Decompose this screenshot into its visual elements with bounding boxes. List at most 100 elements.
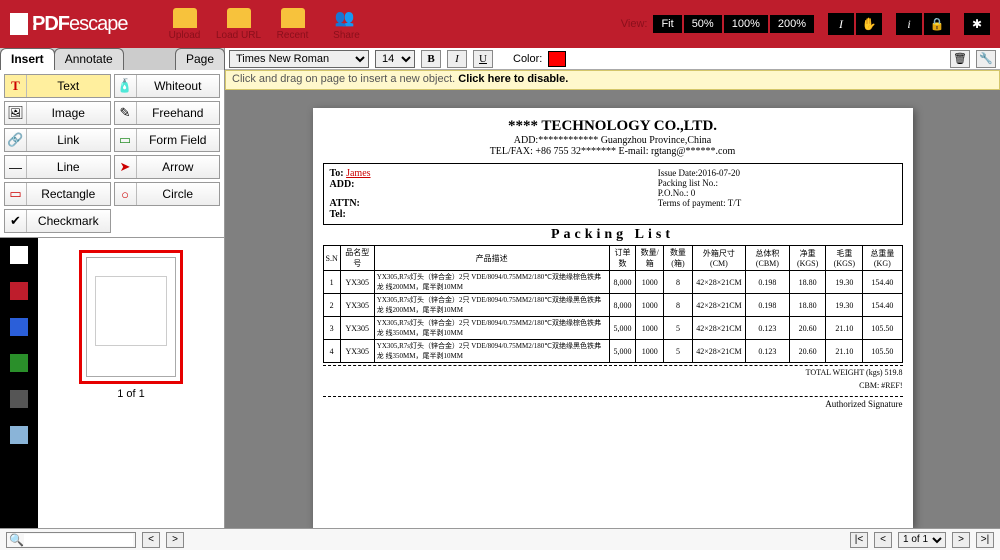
add-label: ADD: — [330, 179, 355, 190]
search-prev-button[interactable]: < — [142, 532, 160, 548]
page-prev-button[interactable]: < — [874, 532, 892, 548]
tab-annotate[interactable]: Annotate — [54, 48, 124, 70]
tools-button[interactable]: 🔧 — [976, 50, 996, 68]
hint-disable-link[interactable]: Click here to disable. — [458, 73, 568, 85]
info-icon[interactable]: i — [896, 13, 922, 35]
link-icon: 🔗 — [5, 129, 27, 151]
zoom-fit-button[interactable]: Fit — [653, 15, 681, 33]
table-cell: 42×28×21CM — [692, 271, 745, 294]
tool-circle[interactable]: ○Circle — [114, 182, 221, 206]
table-cell: 19.30 — [826, 294, 863, 317]
tool-whiteout[interactable]: 🧴Whiteout — [114, 74, 221, 98]
fontsize-select[interactable]: 14 — [375, 50, 415, 68]
tool-arrow[interactable]: ➤Arrow — [114, 155, 221, 179]
load-url-button[interactable]: Load URL — [212, 8, 266, 41]
upload-button[interactable]: Upload — [158, 8, 212, 41]
hand-icon[interactable]: ✋ — [856, 13, 882, 35]
table-cell: 0.123 — [746, 340, 790, 363]
table-cell: YX305 — [340, 271, 374, 294]
font-select[interactable]: Times New Roman — [229, 50, 369, 68]
hint-bar[interactable]: Click and drag on page to insert a new o… — [225, 70, 1000, 90]
logo-text-pdf: PDF — [32, 13, 69, 36]
pages-icon[interactable] — [10, 246, 28, 264]
blank-icon[interactable] — [10, 426, 28, 444]
table-cell: YX305,R7s灯头（锌合金）2只 VDE/8094/0.75MM2/180℃… — [374, 271, 609, 294]
recent-label: Recent — [277, 30, 309, 41]
data-table: S.N品名型号产品描述订单数数量/箱数量(箱)外箱尺寸(CM)总体积(CBM)净… — [323, 245, 903, 363]
tool-checkmark-label: Checkmark — [27, 214, 110, 228]
page-thumbnail[interactable] — [79, 250, 183, 384]
table-cell: 1000 — [636, 317, 664, 340]
doc-address: ADD:************ Guangzhou Province,Chin… — [323, 135, 903, 146]
tool-freehand-label: Freehand — [137, 106, 220, 120]
search-next-button[interactable]: > — [166, 532, 184, 548]
tool-link[interactable]: 🔗Link — [4, 128, 111, 152]
table-cell: 154.40 — [863, 271, 902, 294]
hint-text: Click and drag on page to insert a new o… — [232, 73, 458, 85]
color-label: Color: — [513, 53, 542, 65]
table-cell: 5 — [664, 317, 693, 340]
circle-icon: ○ — [115, 183, 137, 205]
tool-formfield[interactable]: ▭Form Field — [114, 128, 221, 152]
tool-rectangle-label: Rectangle — [27, 187, 110, 201]
search-input[interactable]: 🔍 — [6, 532, 136, 548]
table-header: 总重量(KG) — [863, 246, 902, 271]
settings-icon[interactable]: ✱ — [964, 13, 990, 35]
lock-icon[interactable]: 🔒 — [924, 13, 950, 35]
tool-rectangle[interactable]: ▭Rectangle — [4, 182, 111, 206]
page-next-button[interactable]: > — [952, 532, 970, 548]
po-number: P.O.No.: 0 — [658, 188, 896, 198]
logo-text-escape: escape — [69, 13, 128, 36]
document-page[interactable]: **** TECHNOLOGY CO.,LTD. ADD:***********… — [313, 108, 913, 528]
share-icon: 👥 — [335, 8, 359, 28]
tool-image-label: Image — [27, 106, 110, 120]
save-icon[interactable] — [10, 318, 28, 336]
table-cell: 5 — [664, 340, 693, 363]
table-row: 1YX305YX305,R7s灯头（锌合金）2只 VDE/8094/0.75MM… — [323, 271, 902, 294]
zoom-50-button[interactable]: 50% — [684, 15, 722, 33]
color-swatch[interactable] — [548, 51, 566, 67]
packing-list-no: Packing list No.: — [658, 178, 896, 188]
tool-text[interactable]: TText — [4, 74, 111, 98]
tool-freehand[interactable]: ✎Freehand — [114, 101, 221, 125]
download-icon[interactable] — [10, 354, 28, 372]
table-header: 外箱尺寸(CM) — [692, 246, 745, 271]
underline-button[interactable]: U — [473, 50, 493, 68]
table-cell: 105.50 — [863, 317, 902, 340]
checkmark-icon: ✔ — [5, 210, 27, 232]
table-cell: 154.40 — [863, 294, 902, 317]
table-cell: 0.198 — [746, 271, 790, 294]
table-cell: 8,000 — [609, 271, 636, 294]
pages-alt-icon[interactable] — [10, 282, 28, 300]
table-cell: 42×28×21CM — [692, 317, 745, 340]
tab-insert[interactable]: Insert — [0, 48, 55, 70]
delete-button[interactable]: 🗑 — [950, 50, 970, 68]
zoom-200-button[interactable]: 200% — [770, 15, 814, 33]
tool-line[interactable]: ―Line — [4, 155, 111, 179]
tab-page[interactable]: Page — [175, 48, 225, 70]
thumbnail-caption: 1 of 1 — [117, 388, 145, 400]
text-cursor-icon[interactable]: I — [828, 13, 854, 35]
page-last-button[interactable]: >| — [976, 532, 994, 548]
load-url-label: Load URL — [216, 30, 261, 41]
bold-button[interactable]: B — [421, 50, 441, 68]
to-label: To: — [330, 168, 344, 179]
print-icon[interactable] — [10, 390, 28, 408]
rectangle-icon: ▭ — [5, 183, 27, 205]
table-cell: 20.60 — [789, 317, 826, 340]
page-first-button[interactable]: |< — [850, 532, 868, 548]
tool-arrow-label: Arrow — [137, 160, 220, 174]
tool-checkmark[interactable]: ✔Checkmark — [4, 209, 111, 233]
table-cell: 19.30 — [826, 271, 863, 294]
page-select[interactable]: 1 of 1 — [898, 532, 946, 548]
zoom-100-button[interactable]: 100% — [724, 15, 768, 33]
tool-image[interactable]: 🖼Image — [4, 101, 111, 125]
italic-button[interactable]: I — [447, 50, 467, 68]
table-cell: 21.10 — [826, 317, 863, 340]
table-cell: 20.60 — [789, 340, 826, 363]
table-header: 产品描述 — [374, 246, 609, 271]
recent-button[interactable]: Recent — [266, 8, 320, 41]
image-icon: 🖼 — [5, 102, 27, 124]
table-cell: 5,000 — [609, 340, 636, 363]
share-button[interactable]: 👥Share — [320, 8, 374, 41]
